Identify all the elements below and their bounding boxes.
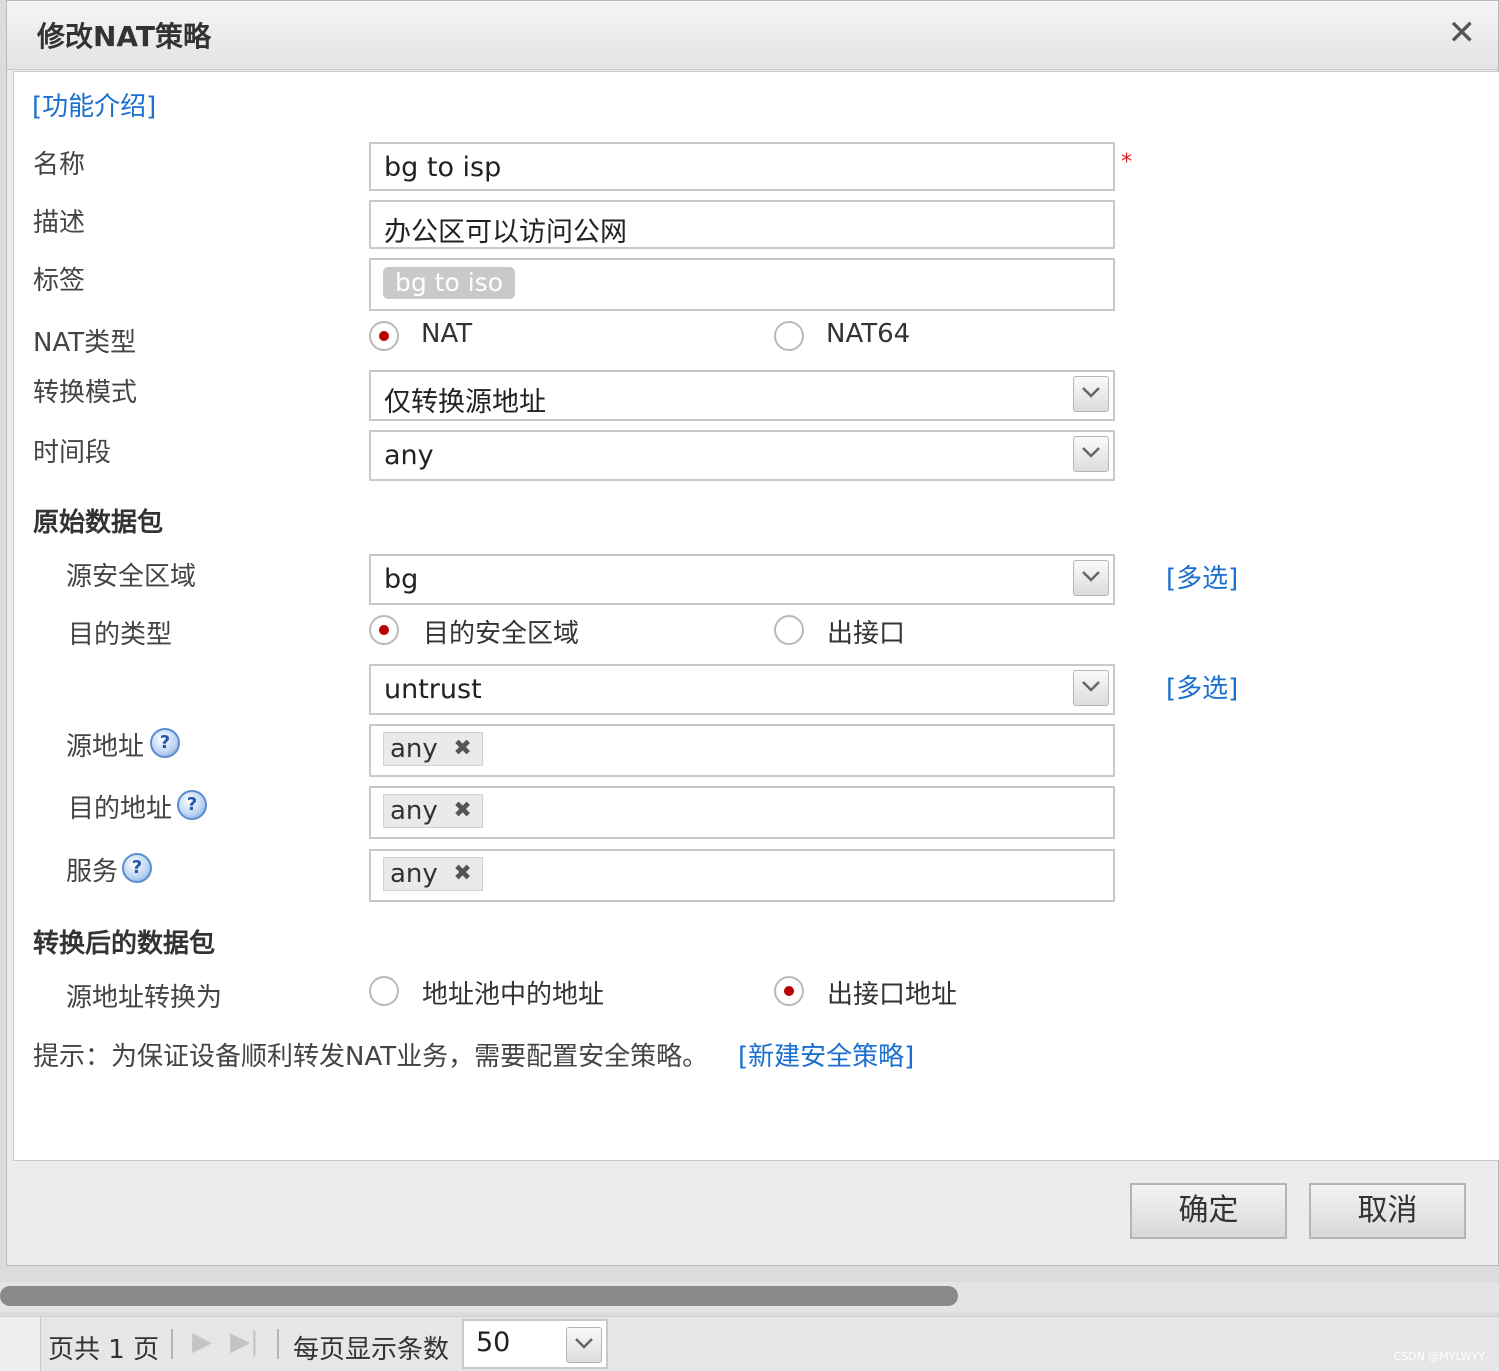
close-icon[interactable]: ✕	[1448, 13, 1477, 53]
separator	[277, 1329, 279, 1359]
radio-nat-label: NAT	[421, 319, 473, 349]
dest-address-input[interactable]: any ✖	[369, 786, 1115, 839]
help-icon[interactable]: ?	[122, 853, 152, 883]
radio-dest-zone-label: 目的安全区域	[423, 619, 580, 649]
ok-button[interactable]: 确定	[1130, 1183, 1287, 1239]
nat-type-label: NAT类型	[33, 328, 137, 358]
description-value: 办公区可以访问公网	[384, 217, 627, 248]
page-size-value: 50	[476, 1327, 511, 1358]
radio-address-pool[interactable]	[369, 976, 399, 1006]
source-zone-multiselect-link[interactable]: [多选]	[1166, 558, 1238, 595]
time-range-value: any	[384, 440, 434, 471]
service-input[interactable]: any ✖	[369, 849, 1115, 902]
translated-packet-heading: 转换后的数据包	[33, 929, 216, 959]
radio-nat[interactable]	[369, 321, 399, 351]
help-icon[interactable]: ?	[150, 728, 180, 758]
source-convert-label: 源地址转换为	[66, 983, 223, 1013]
last-page-icon[interactable]: ▶|	[230, 1327, 259, 1357]
name-input[interactable]: bg to isp	[369, 142, 1115, 191]
hint-text: 提示：为保证设备顺利转发NAT业务，需要配置安全策略。	[33, 1042, 709, 1072]
convert-mode-value: 仅转换源地址	[384, 387, 546, 418]
convert-mode-label: 转换模式	[33, 378, 138, 408]
pagination-bar: 页共 1 页 ▶ ▶| 每页显示条数 50	[0, 1316, 1499, 1371]
intro-link[interactable]: [功能介绍]	[32, 86, 156, 123]
nat-policy-dialog: 修改NAT策略 ✕ [功能介绍] 名称 bg to isp * 描述 办公区可以…	[6, 0, 1499, 1266]
tag-label: 标签	[33, 266, 86, 296]
radio-out-interface-address-label: 出接口地址	[827, 980, 958, 1010]
dialog-body: [功能介绍] 名称 bg to isp * 描述 办公区可以访问公网 标签 bg…	[13, 71, 1499, 1161]
address-tag-value: any	[390, 796, 438, 826]
dest-zone-multiselect-link[interactable]: [多选]	[1166, 668, 1238, 705]
source-zone-label: 源安全区域	[66, 562, 197, 592]
remove-icon[interactable]: ✖	[453, 858, 471, 890]
source-zone-select[interactable]: bg	[369, 554, 1115, 605]
dialog-titlebar[interactable]: 修改NAT策略 ✕	[7, 1, 1498, 70]
convert-mode-select[interactable]: 仅转换源地址	[369, 370, 1115, 421]
dest-type-label: 目的类型	[68, 620, 173, 650]
help-icon[interactable]: ?	[177, 790, 207, 820]
radio-out-interface-address[interactable]	[774, 976, 804, 1006]
description-input[interactable]: 办公区可以访问公网	[369, 200, 1115, 249]
address-tag: any ✖	[383, 794, 483, 828]
service-tag: any ✖	[383, 857, 483, 891]
name-value: bg to isp	[384, 152, 502, 183]
service-tag-value: any	[390, 859, 438, 889]
new-security-policy-link[interactable]: [新建安全策略]	[738, 1036, 914, 1073]
time-range-label: 时间段	[33, 438, 112, 468]
radio-nat64[interactable]	[774, 321, 804, 351]
cancel-button[interactable]: 取消	[1309, 1183, 1466, 1239]
page-size-label: 每页显示条数	[293, 1335, 450, 1365]
dialog-title: 修改NAT策略	[37, 20, 212, 53]
radio-address-pool-label: 地址池中的地址	[422, 980, 605, 1010]
dest-zone-value: untrust	[384, 674, 482, 705]
source-address-label: 源地址	[66, 732, 145, 762]
radio-out-interface[interactable]	[774, 615, 804, 645]
radio-dest-zone[interactable]	[369, 615, 399, 645]
radio-out-interface-label: 出接口	[827, 619, 906, 649]
watermark: CSDN @MYLWYY	[1393, 1350, 1485, 1363]
source-address-input[interactable]: any ✖	[369, 724, 1115, 777]
description-label: 描述	[33, 208, 86, 238]
scrollbar-thumb[interactable]	[0, 1286, 958, 1306]
chevron-down-icon[interactable]	[1073, 670, 1109, 706]
address-tag: any ✖	[383, 732, 483, 766]
chevron-down-icon[interactable]	[1073, 376, 1109, 412]
service-label: 服务	[66, 857, 119, 887]
original-packet-heading: 原始数据包	[33, 508, 164, 538]
remove-icon[interactable]: ✖	[453, 733, 471, 765]
dest-zone-select[interactable]: untrust	[369, 664, 1115, 715]
chevron-down-icon[interactable]	[1073, 436, 1109, 472]
remove-icon[interactable]: ✖	[453, 795, 471, 827]
name-label: 名称	[33, 150, 86, 180]
dest-address-label: 目的地址	[68, 794, 173, 824]
address-tag-value: any	[390, 734, 438, 764]
next-page-icon[interactable]: ▶	[192, 1327, 212, 1357]
page-size-select[interactable]: 50	[462, 1319, 608, 1369]
required-mark: *	[1121, 150, 1132, 175]
page-input[interactable]	[0, 1317, 41, 1371]
chevron-down-icon[interactable]	[566, 1327, 602, 1363]
page-total-text: 页共 1 页	[48, 1335, 160, 1365]
tag-input[interactable]: bg to iso	[369, 258, 1115, 311]
chevron-down-icon[interactable]	[1073, 560, 1109, 596]
separator	[171, 1329, 173, 1359]
source-zone-value: bg	[384, 564, 419, 595]
tag-pill[interactable]: bg to iso	[383, 267, 515, 299]
radio-nat64-label: NAT64	[826, 319, 911, 349]
time-range-select[interactable]: any	[369, 430, 1115, 481]
